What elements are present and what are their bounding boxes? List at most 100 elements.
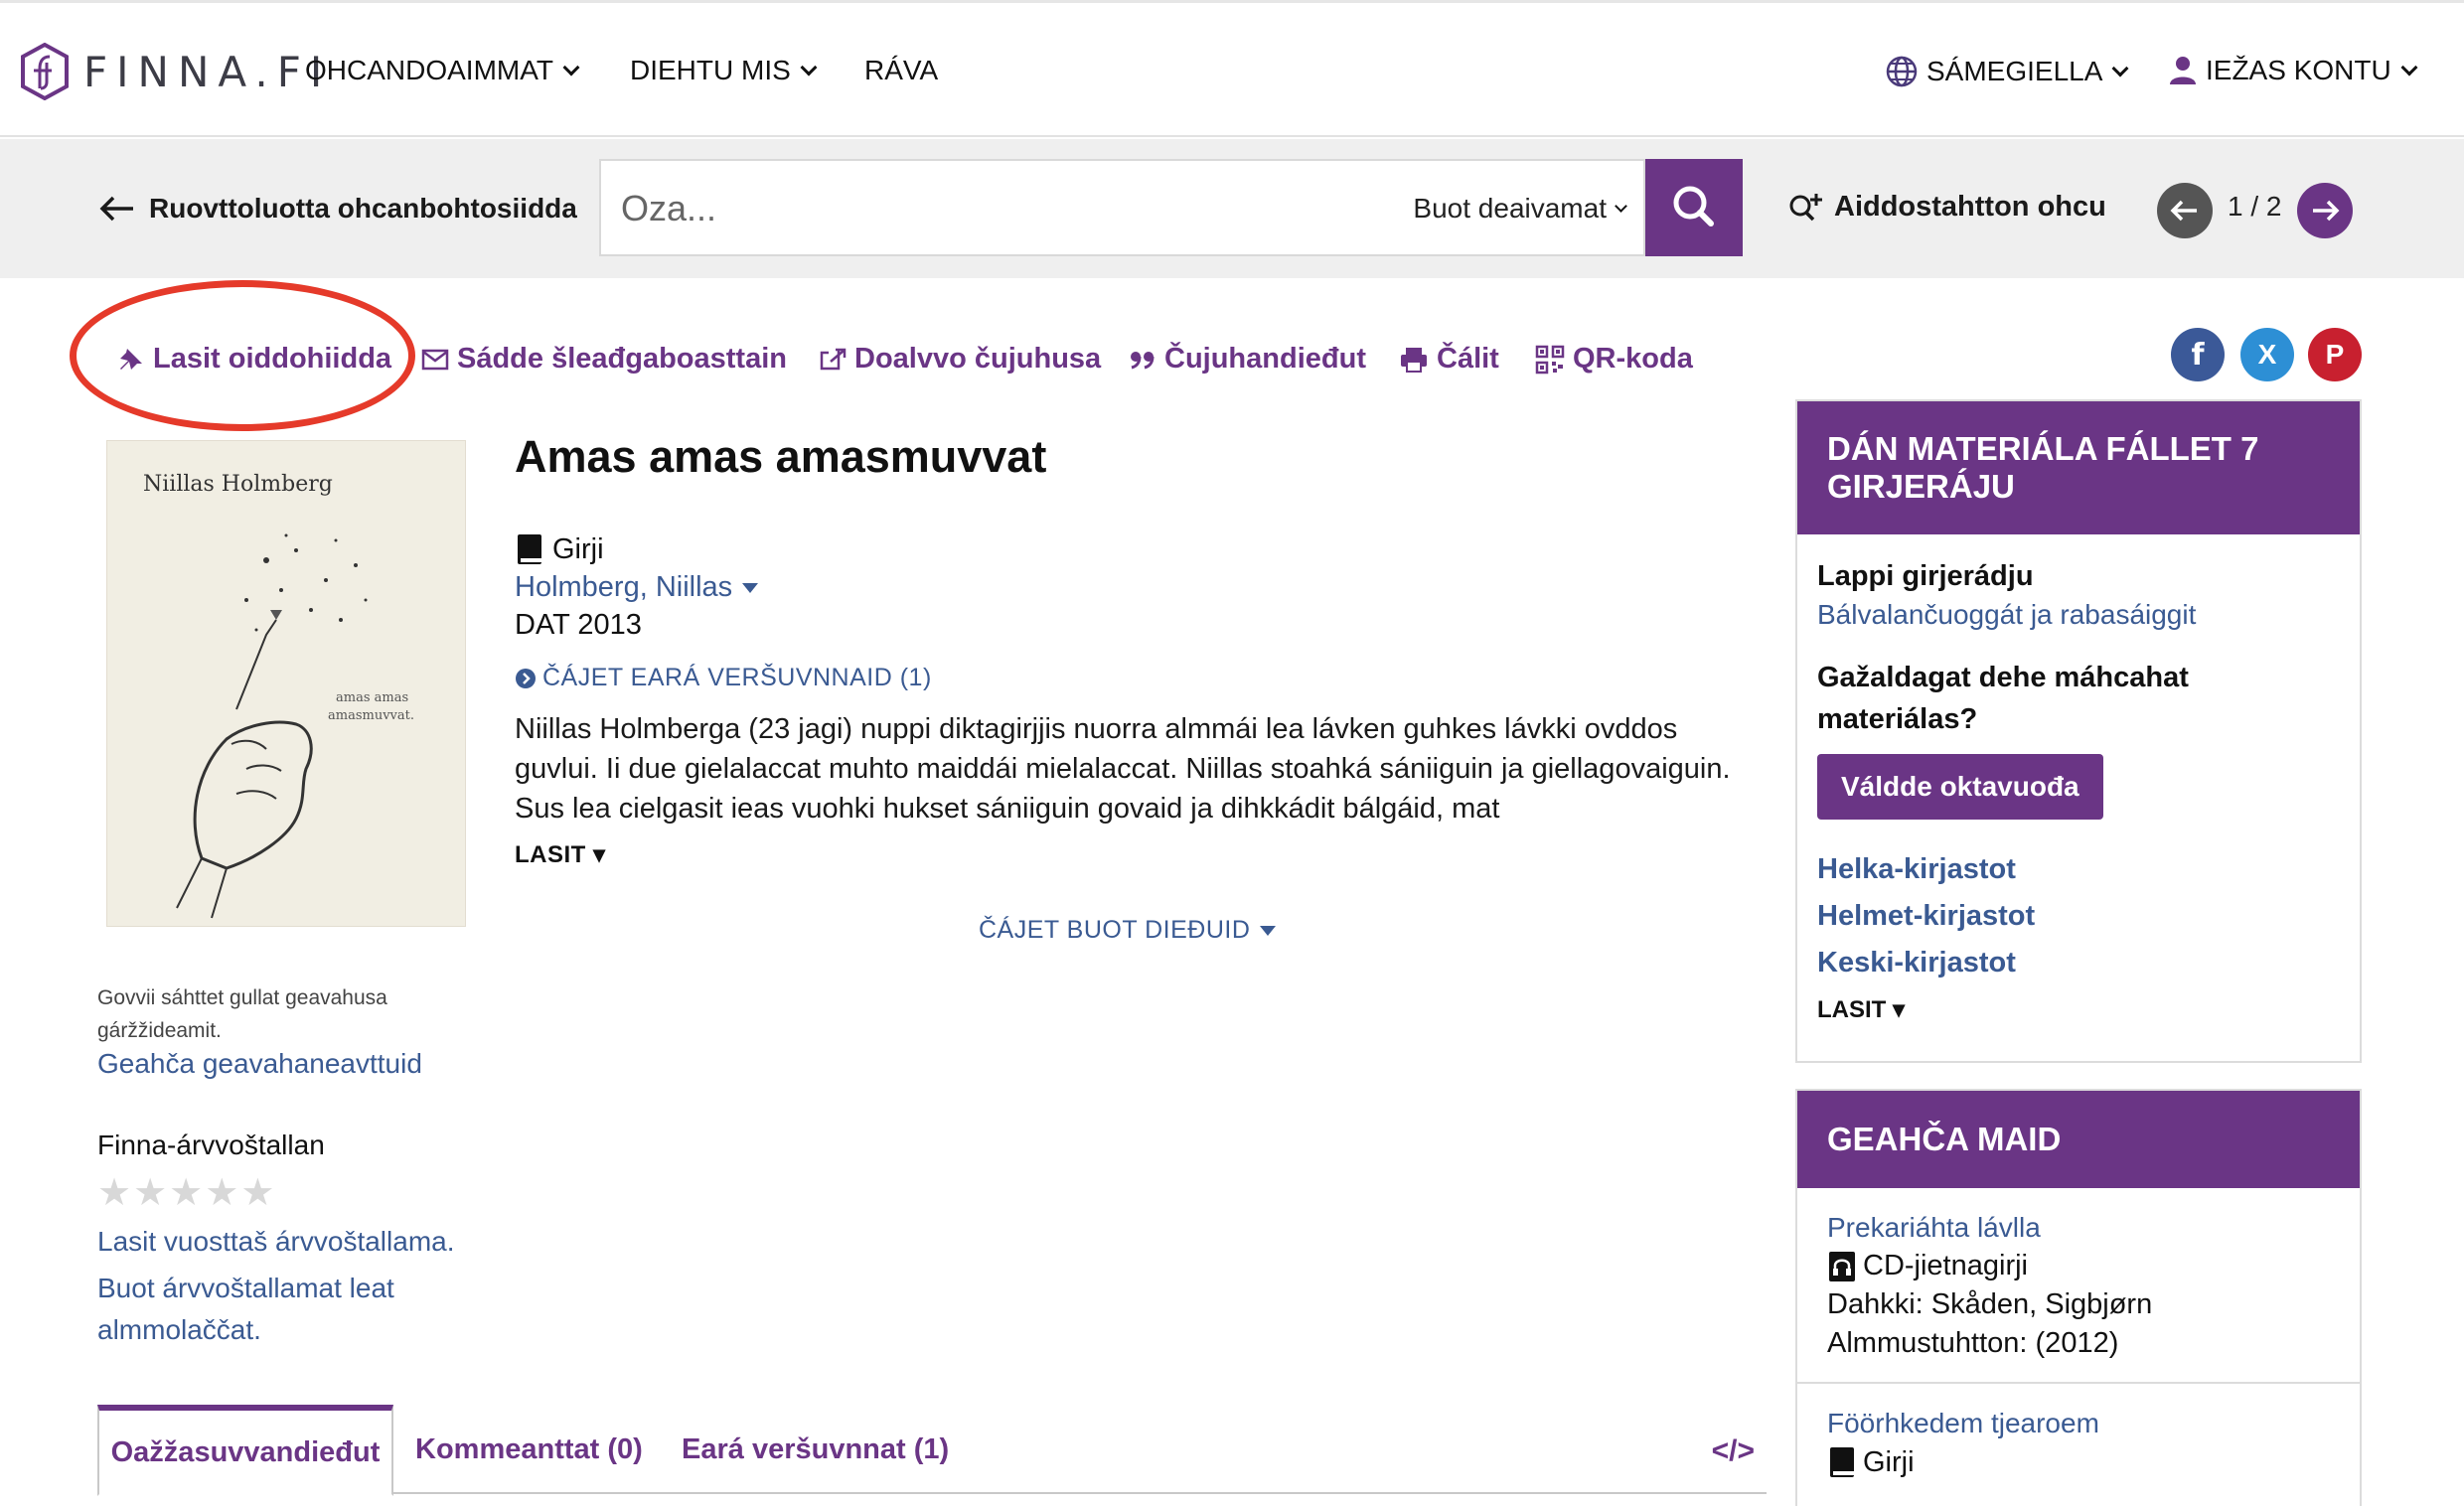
x-icon: X <box>2257 339 2277 370</box>
pinterest-icon: P <box>2325 339 2345 370</box>
search-button[interactable] <box>1645 159 1743 256</box>
libraries-more-toggle[interactable]: LASIT ▾ <box>1817 995 2340 1024</box>
library-link-helmet[interactable]: Helmet-kirjastot <box>1817 900 2340 933</box>
tab-other-versions[interactable]: Eará veršuvnnat (1) <box>682 1405 949 1494</box>
search-scope-select[interactable]: Buot deaivamat <box>1413 193 1627 225</box>
facebook-icon: f <box>2191 337 2205 373</box>
svg-text:amas amas: amas amas <box>336 690 408 705</box>
x-share-button[interactable]: X <box>2240 328 2294 381</box>
availability-panel: DÁN MATERIÁLA FÁLLET 7 GIRJERÁJU Lappi g… <box>1795 399 2362 1063</box>
rating-title: Finna-árvvoštallan <box>97 1130 325 1160</box>
chevron-down-icon <box>1615 199 1627 213</box>
caret-down-icon <box>742 582 759 593</box>
chevron-down-icon <box>562 59 580 76</box>
add-to-favorites-link[interactable]: Lasit oiddohiidda <box>117 343 391 376</box>
arrow-left-icon <box>99 196 133 222</box>
language-selector[interactable]: SÁMEGIELLA <box>1885 55 2129 88</box>
finna-logo-icon <box>21 43 69 100</box>
library-link-keski[interactable]: Keski-kirjastot <box>1817 947 2340 979</box>
advanced-search-icon <box>1789 193 1822 221</box>
previous-record-button[interactable] <box>2157 183 2213 238</box>
image-rights-note: Govvii sáhttet gullat geavahusa gáržžide… <box>97 986 387 1042</box>
pinterest-share-button[interactable]: P <box>2308 328 2362 381</box>
facebook-share-button[interactable]: f <box>2171 328 2225 381</box>
service-points-link[interactable]: Bálvalančuoggát ja rabasáiggit <box>1817 599 2340 631</box>
star-rating[interactable]: ★ ★ ★ ★ ★ <box>97 1174 274 1212</box>
ratings-public-note: Buot árvvoštallamat leat almmolaččat. <box>97 1273 394 1345</box>
record-summary: Niillas Holmberga (23 jagi) nuppi diktag… <box>515 713 1731 825</box>
star-icon[interactable]: ★ <box>240 1174 274 1212</box>
library-link-helka[interactable]: Helka-kirjastot <box>1817 853 2340 886</box>
chevron-down-icon <box>800 59 818 76</box>
qr-code-label: QR-koda <box>1573 343 1693 375</box>
account-menu[interactable]: IEŽAS KONTU <box>2168 55 2418 86</box>
embed-code-icon[interactable]: </> <box>1712 1434 1755 1468</box>
globe-icon <box>1886 56 1918 87</box>
add-first-rating-link[interactable]: Lasit vuosttaš árvvoštallama. <box>97 1226 455 1258</box>
nav-label: OHCANDOAIMMAT <box>305 55 553 85</box>
see-also-panel-title: GEAHČA MAID <box>1797 1091 2360 1188</box>
chevron-down-icon <box>2400 59 2418 76</box>
book-cover-image[interactable]: Niillas Holmberg amas amas amasmuvvat. <box>106 440 466 927</box>
book-icon <box>518 534 541 564</box>
chevron-circle-right-icon <box>516 668 536 688</box>
nav-label: DIEHTU MIS <box>630 55 791 85</box>
chevron-down-icon <box>2111 60 2129 77</box>
nav-rava[interactable]: RÁVA <box>864 55 938 86</box>
nav-diehtu-mis[interactable]: DIEHTU MIS <box>630 55 818 86</box>
nav-ohcandoaimmat[interactable]: OHCANDOAIMMAT <box>305 55 580 86</box>
nav-label: RÁVA <box>864 55 939 85</box>
cite-label: Čujuhandieđut <box>1164 343 1366 375</box>
advanced-search-label: Aiddostahtton ohcu <box>1834 191 2106 223</box>
star-icon[interactable]: ★ <box>205 1174 238 1212</box>
arrow-right-icon <box>2313 200 2340 222</box>
cover-artwork: Niillas Holmberg amas amas amasmuvvat. <box>143 472 414 919</box>
usage-terms-link[interactable]: Geahča geavahaneavttuid <box>97 1048 422 1080</box>
star-icon[interactable]: ★ <box>97 1174 131 1212</box>
contact-button[interactable]: Váldde oktavuođa <box>1817 754 2103 820</box>
record-pager: 1 / 2 <box>2228 191 2282 222</box>
show-all-details-link[interactable]: ČÁJET BUOT DIEĐUID <box>979 916 1277 945</box>
tab-holdings[interactable]: Oažžasuvvandieđut <box>97 1405 393 1496</box>
tab-label: Kommeanttat (0) <box>415 1432 643 1465</box>
add-library-label: Lappi girjerádju <box>1817 560 2034 592</box>
export-icon <box>820 348 847 370</box>
star-icon[interactable]: ★ <box>133 1174 167 1212</box>
print-link[interactable]: Čálit <box>1399 343 1499 376</box>
advanced-search-link[interactable]: Aiddostahtton ohcu <box>1788 191 2106 224</box>
envelope-icon <box>421 349 449 370</box>
summary-more-toggle[interactable]: LASIT ▾ <box>515 840 606 869</box>
star-icon[interactable]: ★ <box>169 1174 203 1212</box>
record-title: Amas amas amasmuvvat <box>515 431 1047 482</box>
pin-icon <box>120 348 142 370</box>
search-bar-band: Ruovttoluotta ohcanbohtosiidda Buot deai… <box>0 139 2464 278</box>
email-link[interactable]: Sádde šleađgaboasttain <box>421 343 787 376</box>
back-label: Ruovttoluotta ohcanbohtosiidda <box>149 193 577 224</box>
cite-link[interactable]: Čujuhandieđut <box>1129 343 1366 376</box>
back-to-results-link[interactable]: Ruovttoluotta ohcanbohtosiidda <box>99 193 577 225</box>
show-other-versions-link[interactable]: ČÁJET EARÁ VERŠUVNNAID (1) <box>515 664 932 692</box>
search-input[interactable] <box>621 179 1356 238</box>
favorite-label: Lasit oiddohiidda <box>153 343 392 375</box>
finna-logo[interactable]: FINNA.FI <box>20 41 331 102</box>
recommendation-title[interactable]: Föörhkedem tjearoem <box>1827 1408 2330 1439</box>
tab-comments[interactable]: Kommeanttat (0) <box>415 1405 643 1494</box>
recommendation-title[interactable]: Prekariáhta lávlla <box>1827 1212 2330 1244</box>
svg-text:Niillas Holmberg: Niillas Holmberg <box>143 472 333 497</box>
author-link[interactable]: Holmberg, Niillas <box>515 571 759 604</box>
recommendation-format: CD-jietnagirji <box>1827 1250 2330 1282</box>
qr-code-icon <box>1535 345 1565 374</box>
feedback-question: Gažaldagat dehe máhcahat materiálas? <box>1817 662 2189 735</box>
availability-panel-body: Lappi girjerádju Bálvalančuoggát ja raba… <box>1797 560 2360 1024</box>
quote-icon <box>1131 351 1155 369</box>
account-label: IEŽAS KONTU <box>2206 55 2391 85</box>
user-icon <box>2170 57 2196 84</box>
recommendation-item: Prekariáhta lávlla CD-jietnagirji Dahkki… <box>1797 1188 2360 1384</box>
export-link[interactable]: Doalvvo čujuhusa <box>819 343 1101 376</box>
book-icon <box>1830 1447 1854 1477</box>
qr-code-link[interactable]: QR-koda <box>1535 343 1693 376</box>
see-also-panel: GEAHČA MAID Prekariáhta lávlla CD-jietna… <box>1795 1089 2362 1506</box>
tab-label: Eará veršuvnnat (1) <box>682 1432 950 1465</box>
next-record-button[interactable] <box>2297 183 2353 238</box>
top-navigation-bar: FINNA.FI OHCANDOAIMMAT DIEHTU MIS RÁVA S… <box>0 0 2464 137</box>
